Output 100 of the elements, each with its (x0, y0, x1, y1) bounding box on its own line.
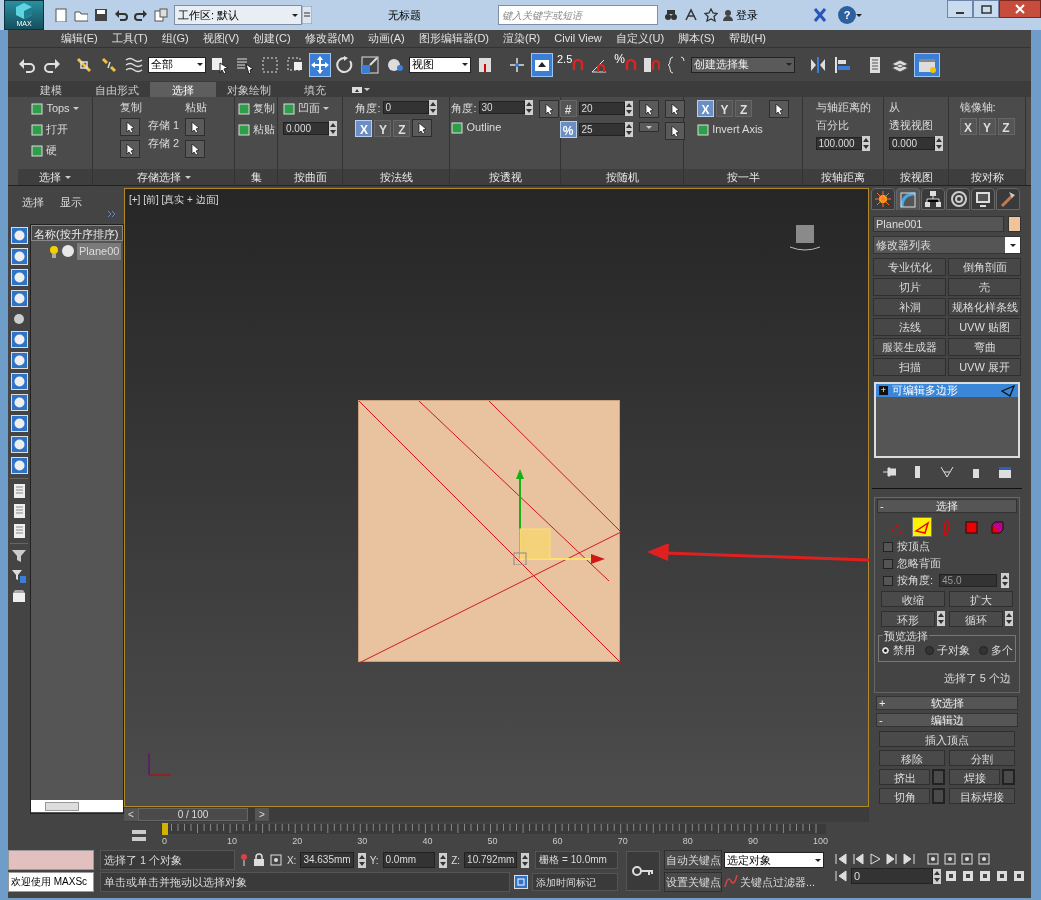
ribbon-group-label[interactable]: 选择 (18, 169, 92, 185)
modifier-button[interactable]: 服装生成器 (873, 338, 946, 356)
key-mode-dropdown[interactable]: 选定对象 (724, 852, 824, 868)
menu-item[interactable]: Civil View (547, 30, 609, 47)
menu-item[interactable]: 组(G) (154, 30, 196, 47)
axis-button[interactable]: Z (735, 100, 753, 117)
menu-item[interactable]: 动画(A) (361, 30, 412, 47)
percent-snap-toggle[interactable]: % (613, 52, 638, 77)
ribbon-group-label[interactable]: 按一半 (684, 169, 802, 185)
menu-item[interactable]: 工具(T) (104, 30, 155, 47)
modifier-button[interactable]: 壳 (948, 278, 1021, 296)
coordinate-field[interactable]: 0.0mm (382, 852, 436, 868)
ribbon-button[interactable]: 打开 (31, 121, 69, 138)
ribbon-group-label[interactable]: 按对称 (949, 169, 1025, 185)
ribbon-tab[interactable]: 建模 (18, 82, 84, 97)
edit-edge-button[interactable]: 移除 (879, 750, 945, 766)
ribbon-tab[interactable]: 对象绘制 (216, 82, 282, 97)
ribbon-button[interactable]: Tops (31, 100, 79, 117)
ribbon-button[interactable]: Invert Axis (697, 121, 763, 138)
time-slider-thumb[interactable]: 0 / 100 (138, 808, 248, 821)
modifier-button[interactable]: 扫描 (873, 358, 946, 376)
workspace-dropdown[interactable]: 工作区: 默认 (174, 5, 302, 25)
menu-item[interactable]: 视图(V) (195, 30, 247, 47)
modifier-button[interactable]: 规格化样条线 (948, 298, 1021, 316)
axis-button[interactable]: Y (716, 100, 734, 117)
ribbon-group-label[interactable]: 按法线 (343, 169, 449, 185)
edit-edge-button[interactable]: 目标焊接 (949, 788, 1015, 804)
ribbon-group-label[interactable]: 按透视 (450, 169, 560, 185)
grow-button[interactable]: 扩大 (949, 591, 1013, 607)
ring-button[interactable]: 环形 (881, 611, 935, 627)
axis-button[interactable]: Y (978, 118, 996, 135)
menu-item[interactable]: 修改器(M) (297, 30, 362, 47)
reference-coordinate-dropdown[interactable]: 视图 (409, 56, 471, 73)
named-selection-set-dropdown[interactable]: 创建选择集 (690, 56, 795, 73)
ribbon-button[interactable]: 凹面 (283, 100, 329, 117)
ribbon-button[interactable]: Outline (451, 119, 502, 136)
coordinate-field[interactable]: 10.792mm (464, 852, 518, 868)
rollout-header[interactable]: - 编辑边 (876, 713, 1018, 727)
shrink-button[interactable]: 收缩 (881, 591, 945, 607)
ribbon-button[interactable]: 硬 (31, 142, 58, 159)
axis-button[interactable]: Z (393, 119, 411, 137)
menu-item[interactable]: 自定义(U) (608, 30, 672, 47)
ribbon-group-label[interactable]: 按随机 (561, 169, 683, 185)
axis-button[interactable]: # (559, 100, 577, 117)
help-button[interactable]: ? (838, 6, 856, 24)
menu-item[interactable]: 编辑(E) (54, 30, 105, 47)
key-filters-button[interactable]: 关键点过滤器... (724, 872, 824, 892)
auto-key-button[interactable]: 自动关键点 (664, 850, 722, 870)
column-header[interactable]: 名称(按升序排序) (31, 225, 123, 241)
menu-item[interactable]: 图形编辑器(D) (411, 30, 496, 47)
spinner-field[interactable]: 45.0 (939, 574, 998, 587)
rollout-header[interactable]: - 选择 (877, 499, 1017, 513)
search-field[interactable]: 键入关键字或短语 (498, 5, 658, 25)
menu-item[interactable]: 帮助(H) (721, 30, 773, 47)
modifier-stack-item[interactable]: + 可编辑多边形 (876, 384, 1018, 397)
coordinate-field[interactable]: 34.635mm (300, 852, 354, 868)
menu-item[interactable]: 脚本(S) (671, 30, 722, 47)
ribbon-group-label[interactable]: 集 (235, 169, 277, 185)
ribbon-group-label[interactable]: 按视图 (884, 169, 948, 185)
previous-frame-button[interactable]: < (124, 808, 138, 821)
ribbon-button[interactable]: 复制 (237, 100, 275, 117)
modifier-list-dropdown[interactable]: 修改器列表 (873, 236, 1021, 254)
modifier-button[interactable]: UVW 展开 (948, 358, 1021, 376)
loop-button[interactable]: 循环 (949, 611, 1003, 627)
ribbon-group-label[interactable]: 存储选择 (93, 169, 234, 185)
menu-item[interactable]: 渲染(R) (496, 30, 548, 47)
selection-filter-dropdown[interactable]: 全部 (148, 56, 206, 73)
ribbon-group-label[interactable]: 按轴距离 (803, 169, 883, 185)
object-name-field[interactable]: Plane001 (873, 216, 1004, 232)
next-frame-button[interactable]: > (255, 808, 269, 821)
modifier-button[interactable]: 切片 (873, 278, 946, 296)
edit-edge-button[interactable]: 分割 (949, 750, 1015, 766)
modifier-button[interactable]: 倒角剖面 (948, 258, 1021, 276)
edit-edge-button[interactable]: 焊接 (949, 769, 1000, 785)
snap-angle-toggle[interactable]: 2.5 (556, 52, 586, 77)
explorer-tab[interactable]: 选择 (22, 194, 44, 210)
modifier-button[interactable]: UVW 贴图 (948, 318, 1021, 336)
rollout-header[interactable]: + 软选择 (876, 696, 1018, 710)
ribbon-group-label[interactable]: 按曲面 (278, 169, 342, 185)
add-time-tag-button[interactable]: 添加时间标记 (532, 873, 618, 891)
explorer-tab[interactable]: 显示 (60, 194, 82, 210)
expand-toggle[interactable]: + (879, 386, 888, 395)
viewport-label[interactable]: [+] [前] [真实 + 边面] (129, 192, 219, 207)
ribbon-tab[interactable]: 填充 (282, 82, 348, 97)
ribbon-tab[interactable]: 选择 (150, 82, 216, 97)
edit-edge-button[interactable]: 切角 (879, 788, 930, 804)
modifier-button[interactable]: 补洞 (873, 298, 946, 316)
menu-item[interactable]: 创建(C) (246, 30, 298, 47)
modifier-button[interactable]: 法线 (873, 318, 946, 336)
ribbon-button[interactable]: 粘贴 (237, 121, 275, 138)
ribbon-tab[interactable]: 自由形式 (84, 82, 150, 97)
axis-button[interactable]: Y (374, 119, 392, 137)
login-button[interactable]: 登录 (722, 6, 758, 24)
set-key-mode-button[interactable]: 设置关键点 (664, 872, 722, 892)
modifier-button[interactable]: 弯曲 (948, 338, 1021, 356)
edit-edge-button[interactable]: 挤出 (879, 769, 930, 785)
axis-button[interactable]: X (959, 118, 977, 135)
modifier-button[interactable]: 专业优化 (873, 258, 946, 276)
axis-button[interactable]: Z (997, 118, 1015, 135)
maxscript-field[interactable]: 欢迎使用 MAXSc (8, 872, 94, 892)
